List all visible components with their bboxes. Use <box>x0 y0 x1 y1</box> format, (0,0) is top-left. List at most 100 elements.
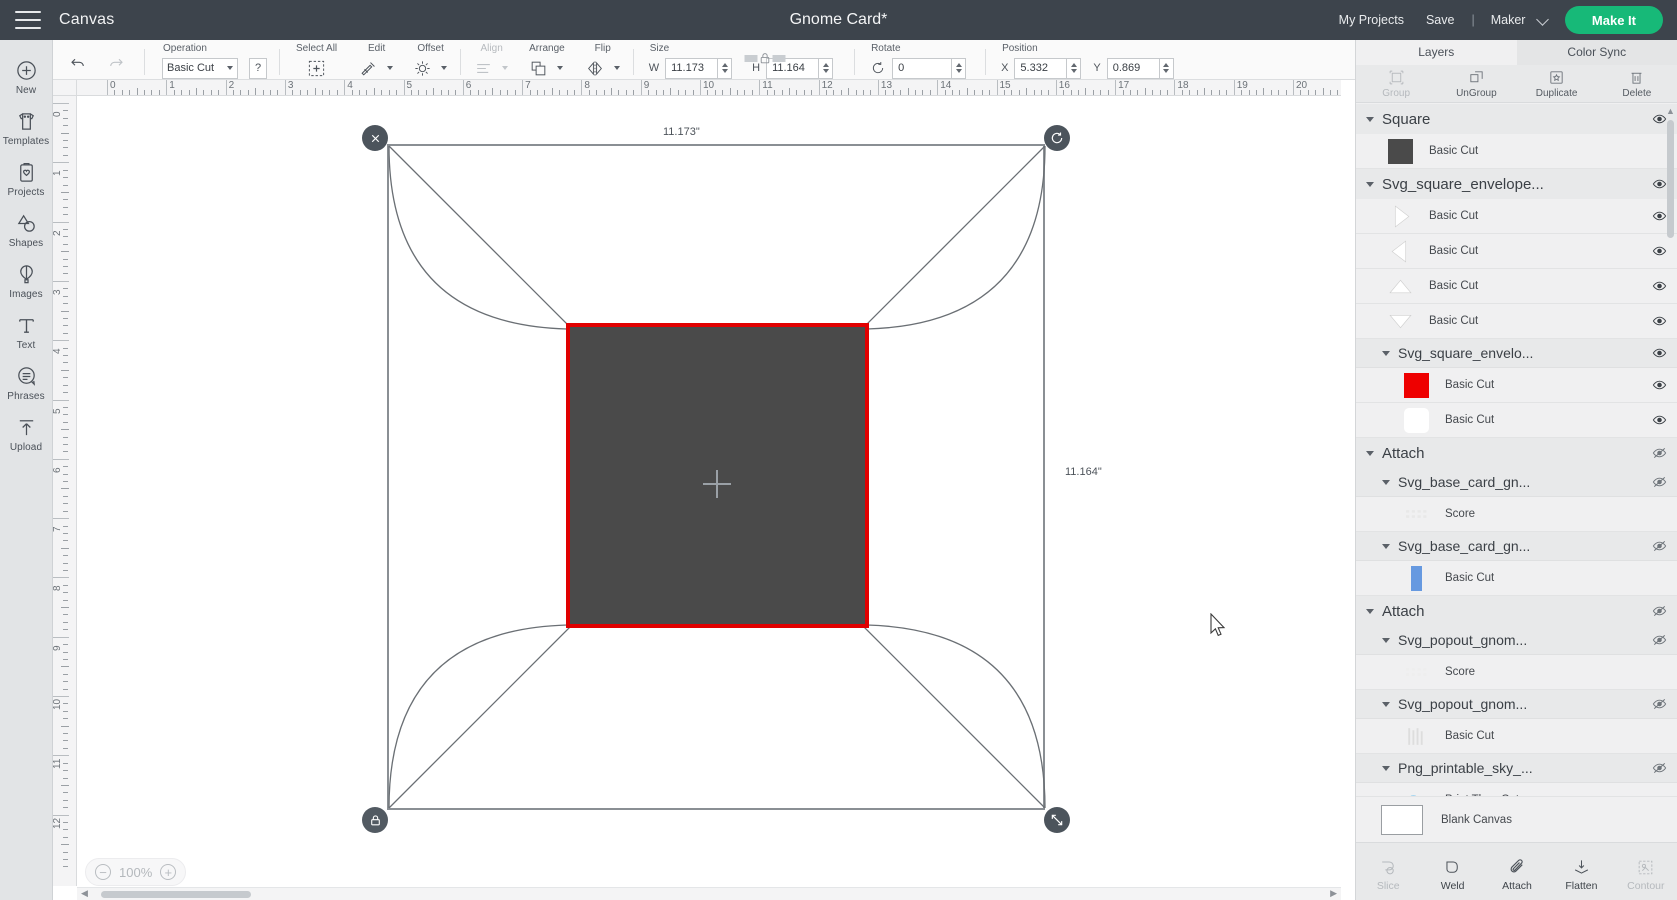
width-input[interactable]: 11.173 <box>665 58 718 79</box>
weld-button[interactable]: Weld <box>1420 855 1484 892</box>
edit-button[interactable] <box>359 57 378 79</box>
chevron-down-icon[interactable] <box>1382 544 1390 549</box>
y-input[interactable]: 0.869 <box>1107 58 1160 79</box>
rail-item-templates[interactable]: Templates <box>0 101 53 152</box>
undo-button[interactable] <box>62 52 94 74</box>
chevron-down-icon[interactable] <box>1366 609 1374 614</box>
offset-button[interactable] <box>413 57 432 79</box>
chevron-down-icon[interactable] <box>1382 351 1390 356</box>
y-stepper[interactable] <box>1160 58 1174 79</box>
layer-group-row[interactable]: Attach <box>1356 596 1677 626</box>
layer-operation-label: Basic Cut <box>1429 210 1651 222</box>
layer-row[interactable]: Basic Cut <box>1356 719 1677 754</box>
scroll-right-icon[interactable]: ▶ <box>1330 888 1337 899</box>
chevron-down-icon[interactable] <box>1382 766 1390 771</box>
layers-scrollbar[interactable]: ▲ ▼ <box>1666 106 1675 824</box>
layer-group-row[interactable]: Svg_popout_gnom... <box>1356 626 1677 655</box>
chevron-down-icon[interactable] <box>441 66 447 70</box>
rail-item-upload[interactable]: Upload <box>0 407 53 458</box>
layer-group-row[interactable]: Attach <box>1356 438 1677 468</box>
contour-button[interactable]: Contour <box>1614 855 1677 892</box>
layer-row[interactable]: Basic Cut <box>1356 234 1677 269</box>
ruler-minor-tick <box>63 770 68 771</box>
lock-handle[interactable] <box>362 807 388 833</box>
canvas-horizontal-scrollbar[interactable]: ◀ ▶ <box>77 887 1341 900</box>
layer-row[interactable]: Basic Cut <box>1356 304 1677 339</box>
operation-help-button[interactable]: ? <box>249 58 267 79</box>
slice-button[interactable]: Slice <box>1356 855 1420 892</box>
layer-group-row[interactable]: Svg_base_card_gn... <box>1356 532 1677 561</box>
rotate-stepper[interactable] <box>952 58 966 79</box>
rotate-input[interactable]: 0 <box>892 58 952 79</box>
size-lock-icon[interactable] <box>744 52 785 65</box>
layer-row[interactable]: Basic Cut <box>1356 269 1677 304</box>
layer-group-row[interactable]: Square <box>1356 104 1677 134</box>
layer-row[interactable]: Score <box>1356 655 1677 690</box>
layer-row[interactable]: Basic Cut <box>1356 134 1677 169</box>
layers-scroll-thumb[interactable] <box>1667 120 1674 238</box>
width-stepper[interactable] <box>718 58 732 79</box>
chevron-down-icon[interactable] <box>1366 451 1374 456</box>
chevron-down-icon[interactable] <box>502 66 508 70</box>
height-stepper[interactable] <box>819 58 833 79</box>
delete-handle[interactable] <box>362 125 388 151</box>
ungroup-button[interactable]: UnGroup <box>1436 68 1516 99</box>
tab-color-sync[interactable]: Color Sync <box>1517 40 1677 65</box>
layer-group-row[interactable]: Svg_square_envelo... <box>1356 339 1677 368</box>
my-projects-link[interactable]: My Projects <box>1328 13 1415 27</box>
layer-row[interactable]: Basic Cut <box>1356 403 1677 438</box>
layer-group-row[interactable]: Png_printable_sky_... <box>1356 754 1677 783</box>
layer-group-row[interactable]: Svg_popout_gnom... <box>1356 690 1677 719</box>
align-button[interactable] <box>474 57 493 79</box>
flatten-button[interactable]: Flatten <box>1549 855 1613 892</box>
chevron-down-icon[interactable] <box>614 66 620 70</box>
hamburger-menu-icon[interactable] <box>15 11 41 29</box>
layer-row[interactable]: Basic Cut <box>1356 199 1677 234</box>
resize-handle[interactable] <box>1044 807 1070 833</box>
layer-group-row[interactable]: Svg_base_card_gn... <box>1356 468 1677 497</box>
chevron-down-icon[interactable] <box>557 66 563 70</box>
rail-item-projects[interactable]: Projects <box>0 152 53 203</box>
rail-item-new[interactable]: New <box>0 50 53 101</box>
rail-item-shapes[interactable]: Shapes <box>0 203 53 254</box>
scroll-left-icon[interactable]: ◀ <box>81 888 88 899</box>
chevron-down-icon[interactable] <box>1366 182 1374 187</box>
operation-dropdown[interactable]: Basic Cut <box>162 58 238 79</box>
rail-item-text[interactable]: Text <box>0 305 53 356</box>
save-button[interactable]: Save <box>1415 13 1466 27</box>
delete-button[interactable]: Delete <box>1597 68 1677 99</box>
zoom-out-button[interactable]: − <box>95 864 111 880</box>
flip-button[interactable] <box>585 57 605 79</box>
chevron-down-icon[interactable] <box>1366 117 1374 122</box>
redo-button[interactable] <box>100 52 132 74</box>
zoom-in-button[interactable]: + <box>160 864 176 880</box>
chevron-down-icon[interactable] <box>1382 638 1390 643</box>
rail-item-phrases[interactable]: Phrases <box>0 356 53 407</box>
chevron-down-icon[interactable] <box>1382 480 1390 485</box>
select-all-button[interactable] <box>307 57 326 79</box>
tab-layers[interactable]: Layers <box>1356 40 1517 65</box>
group-button[interactable]: Group <box>1356 68 1436 99</box>
layer-row[interactable]: Score <box>1356 497 1677 532</box>
edit-group: Edit <box>349 43 403 80</box>
scrollbar-thumb[interactable] <box>101 891 251 898</box>
rail-item-images[interactable]: Images <box>0 254 53 305</box>
scroll-up-icon[interactable]: ▲ <box>1666 106 1675 116</box>
rotate-handle[interactable] <box>1044 125 1070 151</box>
blank-canvas-row[interactable]: Blank Canvas <box>1356 796 1677 842</box>
duplicate-button[interactable]: Duplicate <box>1517 68 1597 99</box>
attach-button[interactable]: Attach <box>1485 855 1549 892</box>
layer-row[interactable]: Basic Cut <box>1356 368 1677 403</box>
layer-group-row[interactable]: Svg_square_envelope... <box>1356 169 1677 199</box>
chevron-down-icon[interactable] <box>387 66 393 70</box>
make-it-button[interactable]: Make It <box>1565 6 1663 34</box>
x-stepper[interactable] <box>1067 58 1081 79</box>
x-input[interactable]: 5.332 <box>1014 58 1067 79</box>
chevron-down-icon[interactable] <box>1382 702 1390 707</box>
layer-row[interactable]: Basic Cut <box>1356 561 1677 596</box>
layers-list[interactable]: SquareBasic CutSvg_square_envelope...Bas… <box>1356 104 1677 826</box>
canvas-area[interactable]: 0123456789101112131415161718192021 01234… <box>53 80 1355 900</box>
arrange-button[interactable] <box>529 57 548 79</box>
select-all-group: Select All <box>283 43 349 80</box>
machine-selector[interactable]: Maker <box>1481 13 1547 27</box>
